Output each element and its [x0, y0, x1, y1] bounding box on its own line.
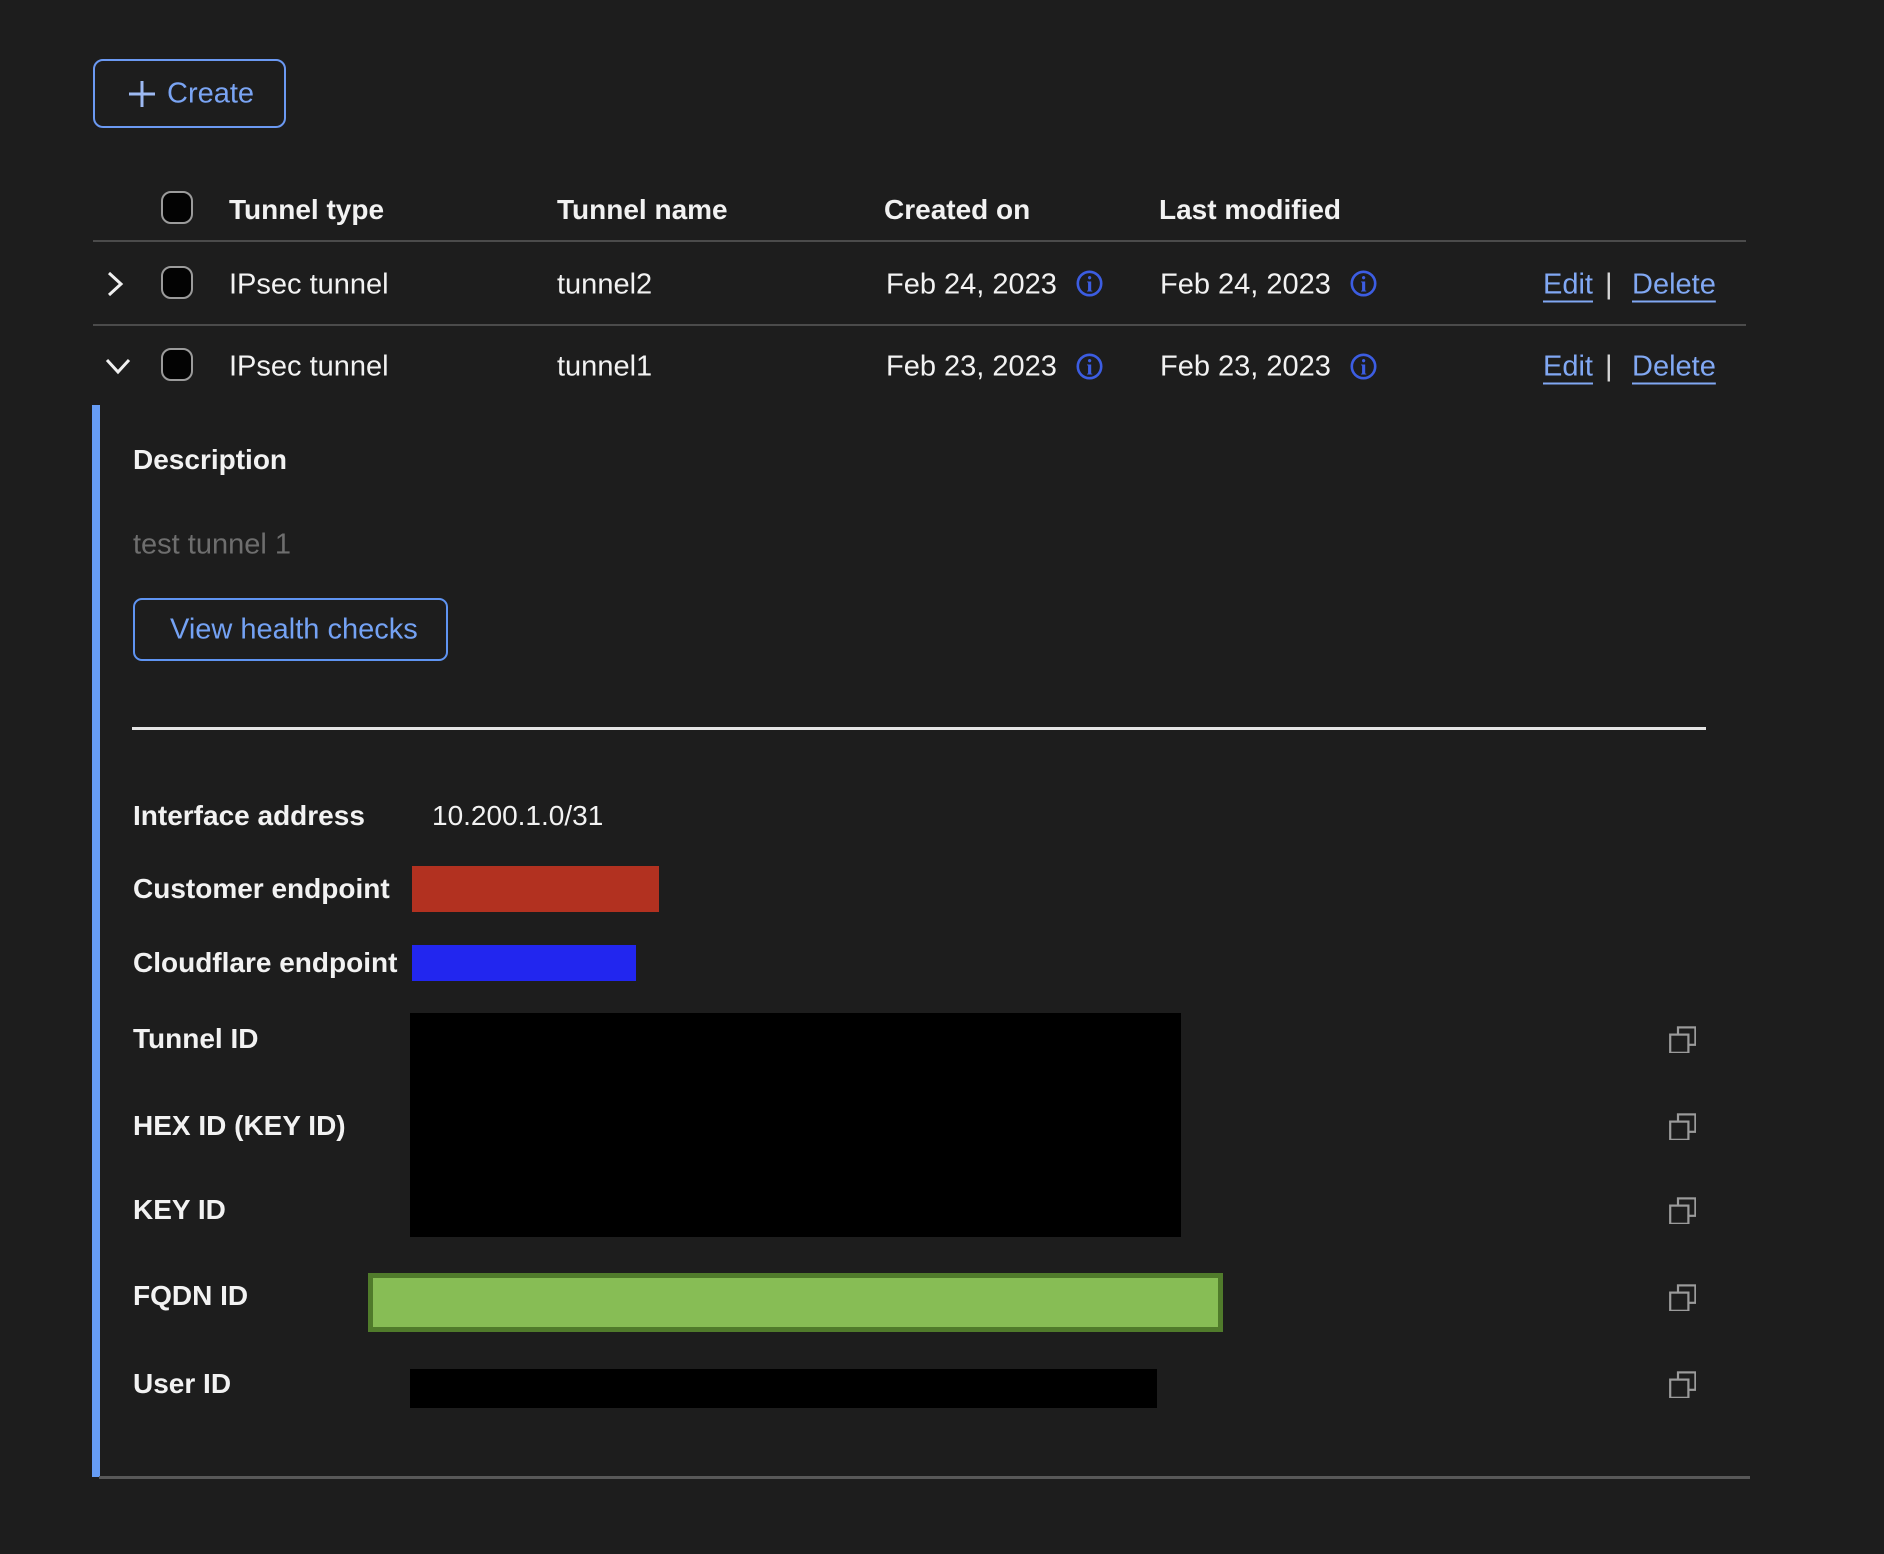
- svg-text:i: i: [1086, 272, 1092, 297]
- svg-text:i: i: [1360, 272, 1366, 297]
- svg-text:i: i: [1086, 355, 1092, 380]
- svg-text:i: i: [1360, 355, 1366, 380]
